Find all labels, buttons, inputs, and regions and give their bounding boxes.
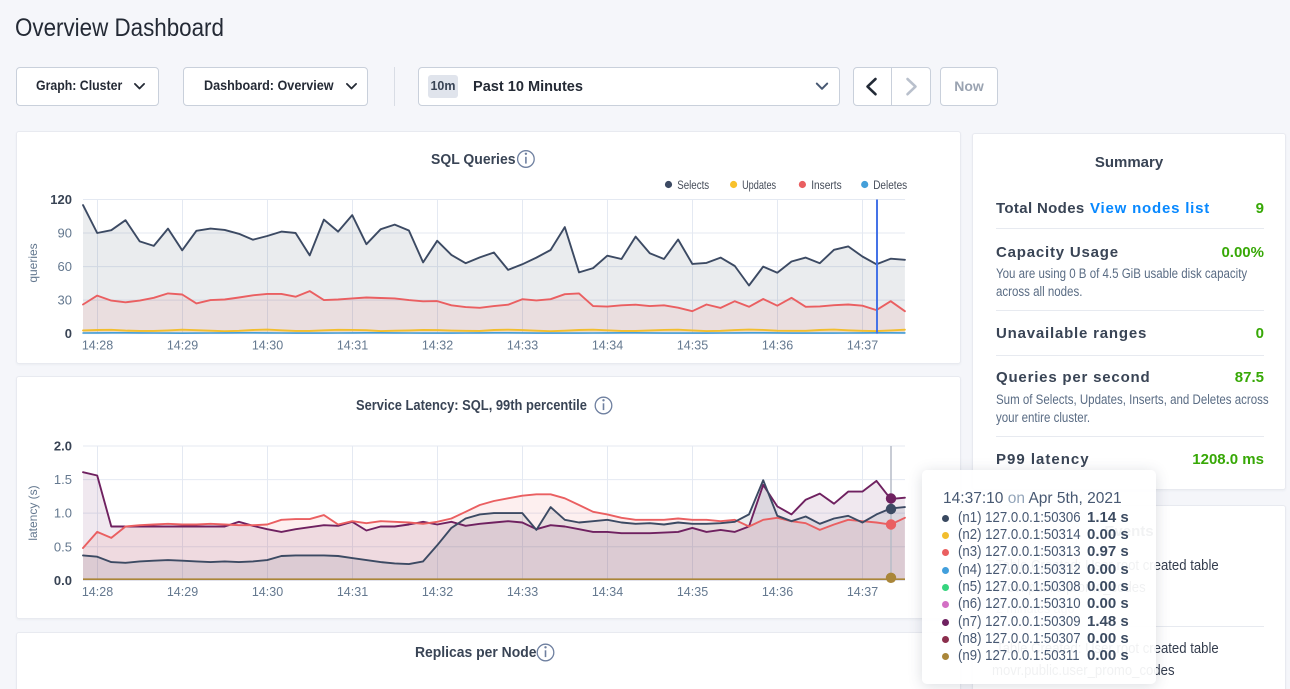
svg-text:14:34: 14:34: [592, 585, 623, 599]
svg-text:14:30: 14:30: [252, 339, 283, 353]
svg-text:60: 60: [58, 259, 72, 274]
svg-text:14:31: 14:31: [337, 585, 368, 599]
svg-text:Inserts: Inserts: [811, 178, 842, 192]
svg-text:14:37: 14:37: [847, 339, 878, 353]
svg-text:1.0: 1.0: [54, 506, 72, 521]
svg-text:14:33: 14:33: [507, 585, 538, 599]
svg-text:90: 90: [58, 226, 72, 241]
svg-text:0.5: 0.5: [54, 539, 72, 554]
svg-text:14:33: 14:33: [507, 339, 538, 353]
svg-text:queries: queries: [26, 243, 40, 282]
svg-text:Selects: Selects: [677, 178, 709, 192]
svg-text:14:36: 14:36: [762, 585, 793, 599]
svg-text:14:35: 14:35: [677, 339, 708, 353]
svg-text:14:29: 14:29: [167, 339, 198, 353]
svg-text:14:30: 14:30: [252, 585, 283, 599]
svg-text:latency (s): latency (s): [26, 485, 40, 540]
svg-text:14:37: 14:37: [847, 585, 878, 599]
svg-text:0.0: 0.0: [54, 573, 72, 588]
svg-text:0: 0: [65, 326, 72, 341]
svg-text:Updates: Updates: [742, 178, 776, 192]
svg-text:Deletes: Deletes: [873, 178, 907, 192]
svg-text:14:28: 14:28: [82, 585, 113, 599]
svg-text:14:34: 14:34: [592, 339, 623, 353]
svg-text:14:29: 14:29: [167, 585, 198, 599]
svg-text:1.5: 1.5: [54, 472, 72, 487]
svg-text:14:35: 14:35: [677, 585, 708, 599]
svg-text:14:31: 14:31: [337, 339, 368, 353]
svg-text:14:36: 14:36: [762, 339, 793, 353]
svg-text:14:28: 14:28: [82, 339, 113, 353]
svg-text:14:32: 14:32: [422, 339, 453, 353]
svg-text:30: 30: [58, 293, 72, 308]
svg-text:120: 120: [50, 192, 72, 207]
svg-text:2.0: 2.0: [54, 439, 72, 454]
svg-text:14:32: 14:32: [422, 585, 453, 599]
